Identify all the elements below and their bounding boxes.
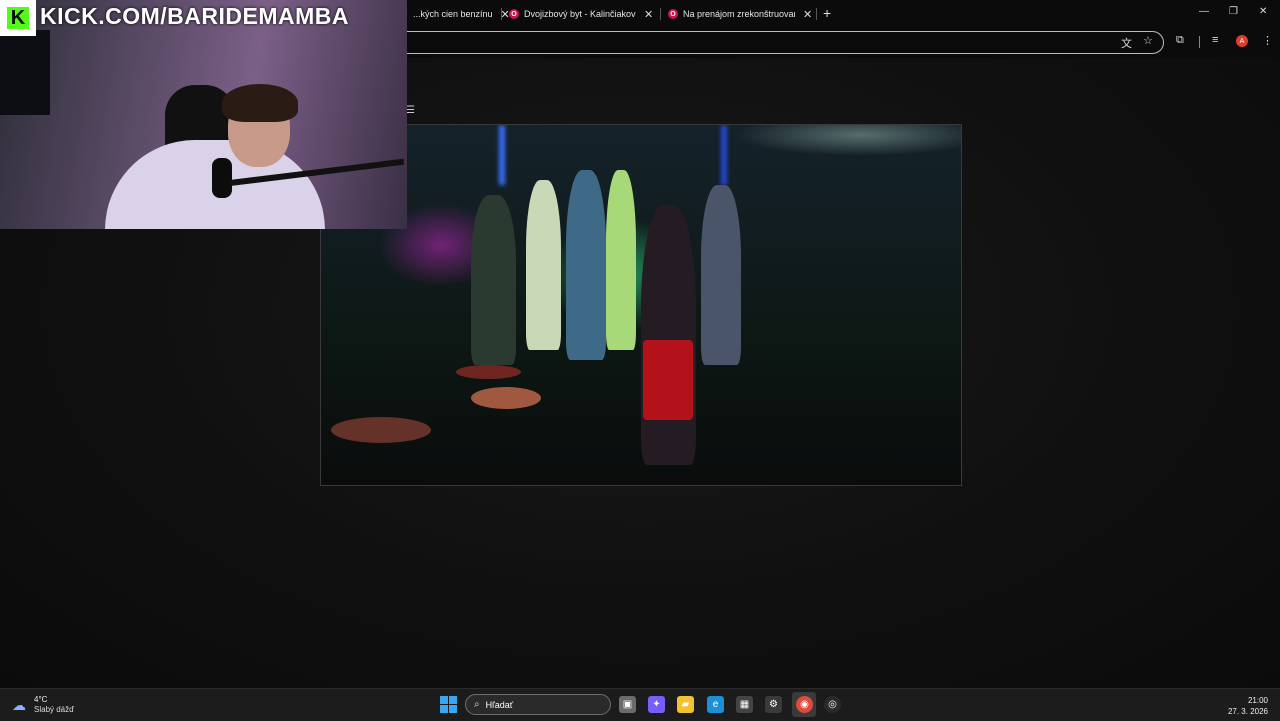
kick-logo-letter: K <box>7 7 29 29</box>
task-view-icon[interactable]: ▣ <box>619 696 636 713</box>
system-clock[interactable]: 21:00 27. 3. 2026 <box>1228 695 1268 717</box>
app-icon[interactable]: ⚙ <box>765 696 782 713</box>
edge-icon[interactable]: e <box>707 696 724 713</box>
profile-avatar[interactable]: A <box>1236 35 1248 47</box>
media-controls-icon[interactable]: ≡ <box>1212 34 1218 46</box>
webcam-window-bg <box>0 30 50 115</box>
weather-temperature[interactable]: 4°C <box>34 695 47 704</box>
weather-description[interactable]: Slabý dážď <box>34 705 74 714</box>
close-window-button[interactable]: ✕ <box>1259 6 1267 17</box>
video-figure-dress <box>643 340 693 420</box>
video-figure <box>526 180 561 350</box>
clock-date: 27. 3. 2026 <box>1227 707 1268 716</box>
search-placeholder: Hľadať <box>485 699 514 710</box>
video-figure <box>606 170 636 350</box>
video-figure <box>566 170 606 360</box>
clock-time: 21:00 <box>1247 696 1268 705</box>
taskbar-search[interactable]: ⌕ Hľadať <box>465 694 611 715</box>
windows-logo-tile <box>440 696 448 704</box>
windows-taskbar: ☁ 4°C Slabý dážď ⌕ Hľadať ▣ ✦ ▰ e ▦ ⚙ ◉ … <box>0 688 1280 721</box>
video-player[interactable] <box>320 124 962 486</box>
stage-light <box>499 125 505 185</box>
tab-close-icon[interactable]: ✕ <box>803 8 812 21</box>
kick-logo: K <box>0 0 36 36</box>
tab-title: Na prenájom zrekonštruovaný <box>683 9 795 19</box>
tab-close-icon[interactable]: ✕ <box>644 8 653 21</box>
file-explorer-icon[interactable]: ▰ <box>677 696 694 713</box>
tab-rent-renovated[interactable]: O Na prenájom zrekonštruovaný ✕ <box>668 4 812 24</box>
store-icon[interactable]: ▦ <box>736 696 753 713</box>
chrome-icon[interactable]: ◉ <box>796 696 813 713</box>
tab-separator <box>501 8 502 20</box>
bookmark-star-icon[interactable]: ☆ <box>1143 34 1153 47</box>
tab-apartment-kalinciakova[interactable]: O Dvojizbový byt - Kalinčiakova u ✕ <box>509 4 653 24</box>
tab-favicon-icon: O <box>668 9 678 19</box>
webcam-overlay: K KICK.COM/BARIDEMAMBA <box>0 0 407 229</box>
toolbar-separator <box>1199 36 1200 48</box>
tab-separator <box>816 8 817 20</box>
video-figure <box>641 205 696 465</box>
microphone-icon <box>212 158 232 198</box>
browser-menu-icon[interactable]: ⋮ <box>1262 34 1273 47</box>
windows-logo-tile <box>440 705 448 713</box>
channel-url: KICK.COM/BARIDEMAMBA <box>40 3 349 29</box>
start-button[interactable] <box>440 696 457 713</box>
extensions-icon[interactable]: ⧉ <box>1176 34 1184 47</box>
tab-fuel-prices[interactable]: ...kých cien benzínu ✕ <box>413 4 510 24</box>
tab-separator <box>660 8 661 20</box>
obs-icon[interactable]: ◎ <box>824 696 841 713</box>
tab-title: ...kých cien benzínu <box>413 9 493 19</box>
copilot-icon[interactable]: ✦ <box>648 696 665 713</box>
video-figure <box>471 195 516 365</box>
address-bar[interactable] <box>380 31 1164 54</box>
search-icon: ⌕ <box>474 699 480 710</box>
windows-logo-tile <box>449 705 457 713</box>
video-figure <box>701 185 741 365</box>
new-tab-button[interactable]: + <box>823 5 831 21</box>
bar-stool <box>331 417 431 443</box>
bar-stool <box>456 365 521 379</box>
webcam-person-hair <box>222 84 298 122</box>
bar-stool <box>471 387 541 409</box>
windows-logo-tile <box>449 696 457 704</box>
minimize-button[interactable]: — <box>1199 6 1209 17</box>
maximize-button[interactable]: ❐ <box>1229 6 1238 17</box>
translate-icon[interactable]: 文 <box>1121 35 1132 51</box>
cloud-rain-icon[interactable]: ☁ <box>12 697 26 714</box>
tab-favicon-icon: O <box>509 9 519 19</box>
stage-light <box>721 125 727 185</box>
tab-title: Dvojizbový byt - Kalinčiakova u <box>524 9 636 19</box>
hamburger-menu-icon[interactable]: ☰ <box>406 105 415 116</box>
